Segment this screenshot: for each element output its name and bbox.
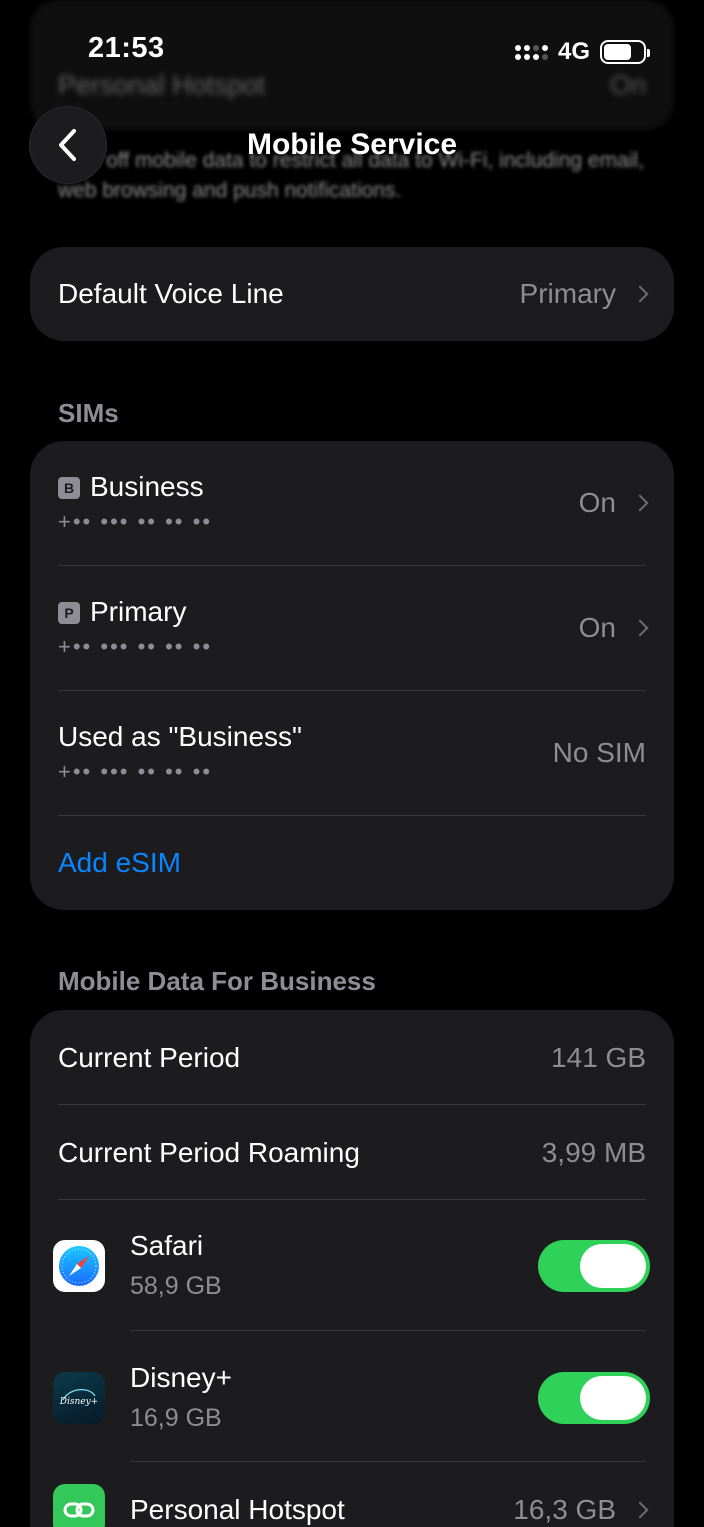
- sim-number: +•• ••• •• •• ••: [58, 509, 213, 534]
- divider: [58, 1199, 646, 1200]
- app-usage: 16,3 GB: [513, 1494, 616, 1525]
- sim-status: On: [578, 487, 616, 518]
- app-usage: 58,9 GB: [130, 1272, 222, 1300]
- current-period-roaming-label: Current Period Roaming: [58, 1136, 360, 1168]
- app-name: Safari: [130, 1230, 204, 1261]
- app-name: Disney+: [130, 1362, 232, 1393]
- sim-name: Business: [90, 471, 204, 502]
- scrolled-row-value: On: [609, 70, 646, 100]
- sim-item-used-as-business[interactable]: Used as "Business" +•• ••• •• •• •• No S…: [58, 691, 646, 815]
- sim-number: +•• ••• •• •• ••: [58, 759, 213, 784]
- current-period-label: Current Period: [58, 1041, 241, 1073]
- chevron-right-icon: [631, 285, 649, 303]
- sim-number: +•• ••• •• •• ••: [58, 634, 213, 659]
- sim-item-primary[interactable]: P Primary +•• ••• •• •• •• On: [58, 566, 649, 690]
- add-esim-button[interactable]: Add eSIM: [58, 816, 646, 910]
- network-type: 4G: [557, 38, 590, 65]
- chevron-right-icon: [631, 1501, 649, 1519]
- safari-data-toggle[interactable]: [538, 1240, 650, 1292]
- current-period-value: 141 GB: [551, 1041, 646, 1073]
- hotspot-icon: [53, 1484, 105, 1527]
- current-period-roaming-row: Current Period Roaming 3,99 MB: [58, 1105, 646, 1200]
- sim-status: On: [578, 612, 616, 643]
- chevron-right-icon: [631, 619, 649, 637]
- sims-card: B Business +•• ••• •• •• •• On P Primary +…: [30, 441, 674, 910]
- signal-strength-icon: [514, 44, 548, 60]
- battery-icon: [600, 40, 650, 64]
- app-name: Personal Hotspot: [130, 1494, 345, 1525]
- disney-plus-data-toggle[interactable]: [538, 1372, 650, 1424]
- divider: [130, 1461, 646, 1462]
- status-indicators: 4G: [514, 38, 650, 66]
- app-usage: 16,9 GB: [130, 1404, 222, 1432]
- default-voice-line-label: Default Voice Line: [58, 278, 284, 309]
- mobile-data-card: Current Period 141 GB Current Period Roa…: [30, 1010, 674, 1527]
- mobile-data-section-header: Mobile Data For Business: [58, 966, 376, 996]
- sim-item-business[interactable]: B Business +•• ••• •• •• •• On: [58, 441, 649, 565]
- page-title: Mobile Service: [246, 128, 458, 161]
- sim-badge-icon: B: [58, 477, 80, 499]
- divider: [130, 1330, 646, 1331]
- default-voice-line-row[interactable]: Default Voice Line Primary: [30, 247, 674, 341]
- add-esim-label: Add eSIM: [58, 847, 181, 878]
- disney-plus-icon: Disney+: [53, 1372, 105, 1424]
- current-period-roaming-value: 3,99 MB: [541, 1136, 646, 1168]
- sim-badge-icon: P: [58, 602, 80, 624]
- safari-icon: [53, 1240, 105, 1292]
- sim-name: Primary: [90, 596, 187, 627]
- sim-name: Used as "Business": [58, 721, 302, 752]
- current-period-row: Current Period 141 GB: [58, 1010, 646, 1105]
- svg-text:Disney+: Disney+: [59, 1397, 98, 1407]
- chevron-right-icon: [631, 494, 649, 512]
- sims-section-header: SIMs: [58, 398, 119, 428]
- scrolled-row-label: Personal Hotspot: [58, 70, 266, 100]
- sim-status: No SIM: [552, 737, 646, 768]
- status-time: 21:53: [88, 32, 165, 64]
- default-voice-line-value: Primary: [519, 278, 616, 309]
